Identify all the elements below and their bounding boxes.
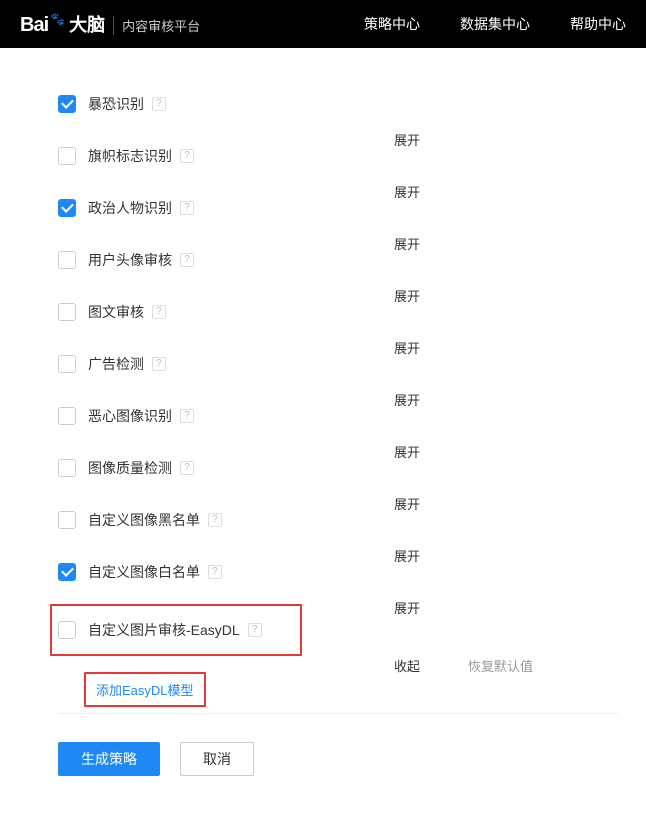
- add-easydl-model-link[interactable]: 添加EasyDL模型: [84, 672, 206, 707]
- help-icon[interactable]: ?: [152, 357, 166, 371]
- checkbox-item-8[interactable]: [58, 511, 76, 529]
- logo: Bai🐾 大脑 内容审核平台: [20, 11, 200, 37]
- checkbox-item-1[interactable]: [58, 147, 76, 165]
- help-icon[interactable]: ?: [180, 201, 194, 215]
- main-content: 暴恐识别?展开旗帜标志识别?展开政治人物识别?展开用户头像审核?展开图文审核?展…: [0, 48, 646, 816]
- label-item-9: 自定义图像白名单: [88, 562, 200, 582]
- help-icon[interactable]: ?: [180, 461, 194, 475]
- help-icon[interactable]: ?: [180, 149, 194, 163]
- checkbox-item-2[interactable]: [58, 199, 76, 217]
- checkbox-item-7[interactable]: [58, 459, 76, 477]
- top-nav: 策略中心 数据集中心 帮助中心: [364, 14, 626, 34]
- submit-button[interactable]: 生成策略: [58, 742, 160, 776]
- checkbox-item-5[interactable]: [58, 355, 76, 373]
- help-icon[interactable]: ?: [248, 623, 262, 637]
- nav-strategy[interactable]: 策略中心: [364, 14, 420, 34]
- checkbox-item-9[interactable]: [58, 563, 76, 581]
- checkbox-item-3[interactable]: [58, 251, 76, 269]
- label-item-0: 暴恐识别: [88, 94, 144, 114]
- help-icon[interactable]: ?: [180, 409, 194, 423]
- label-item-3: 用户头像审核: [88, 250, 172, 270]
- help-icon[interactable]: ?: [208, 565, 222, 579]
- help-icon[interactable]: ?: [152, 305, 166, 319]
- checkbox-item-6[interactable]: [58, 407, 76, 425]
- collapse-easydl[interactable]: 收起: [394, 656, 420, 675]
- label-easydl: 自定义图片审核-EasyDL: [88, 620, 240, 640]
- nav-dataset[interactable]: 数据集中心: [460, 14, 530, 34]
- nav-help[interactable]: 帮助中心: [570, 14, 626, 34]
- label-item-5: 广告检测: [88, 354, 144, 374]
- checkbox-easydl[interactable]: [58, 621, 76, 639]
- label-item-7: 图像质量检测: [88, 458, 172, 478]
- cancel-button[interactable]: 取消: [180, 742, 254, 776]
- logo-text-main: Bai: [20, 14, 48, 37]
- logo-text-cn: 大脑: [69, 11, 105, 37]
- easydl-checkbox-highlight: 自定义图片审核-EasyDL ?: [50, 604, 302, 656]
- restore-default[interactable]: 恢复默认值: [468, 656, 533, 675]
- footer-buttons: 生成策略 取消: [58, 742, 646, 776]
- label-item-1: 旗帜标志识别: [88, 146, 172, 166]
- checkbox-item-0[interactable]: [58, 95, 76, 113]
- checkbox-item-4[interactable]: [58, 303, 76, 321]
- help-icon[interactable]: ?: [180, 253, 194, 267]
- label-item-2: 政治人物识别: [88, 198, 172, 218]
- separator: [58, 713, 618, 714]
- label-item-8: 自定义图像黑名单: [88, 510, 200, 530]
- label-item-6: 恶心图像识别: [88, 406, 172, 426]
- paw-icon: 🐾: [50, 12, 65, 26]
- app-header: Bai🐾 大脑 内容审核平台 策略中心 数据集中心 帮助中心: [0, 0, 646, 48]
- help-icon[interactable]: ?: [208, 513, 222, 527]
- logo-subtitle: 内容审核平台: [113, 16, 200, 35]
- label-item-4: 图文审核: [88, 302, 144, 322]
- help-icon[interactable]: ?: [152, 97, 166, 111]
